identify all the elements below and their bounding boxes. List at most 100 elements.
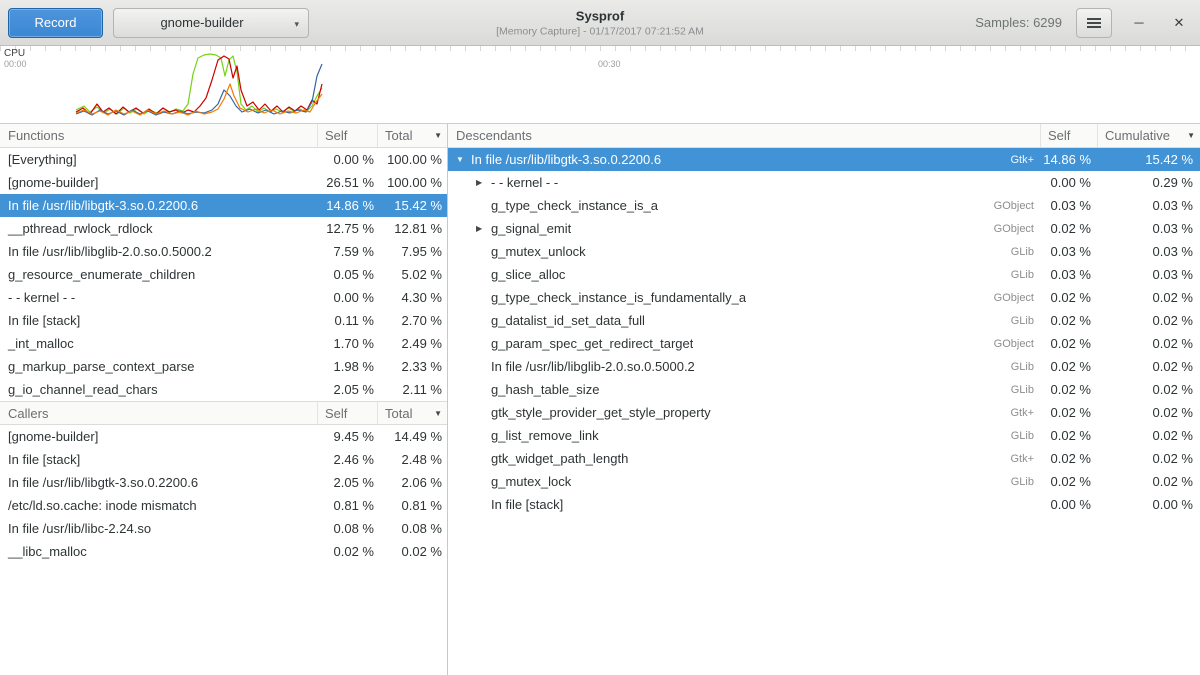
- function-name: In file [stack]: [0, 452, 317, 467]
- table-row[interactable]: - - kernel - -0.00 %4.30 %: [0, 286, 447, 309]
- category-label: GLib: [1011, 476, 1040, 488]
- table-row[interactable]: g_io_channel_read_chars2.05 %2.11 %: [0, 378, 447, 401]
- self-value: 14.86 %: [317, 198, 377, 213]
- title-box: Sysprof [Memory Capture] - 01/17/2017 07…: [496, 8, 704, 37]
- table-row[interactable]: g_list_remove_linkGLib0.02 %0.02 %: [448, 424, 1200, 447]
- table-row[interactable]: In file /usr/lib/libgtk-3.so.0.2200.614.…: [0, 194, 447, 217]
- function-cell: gtk_widget_path_lengthGtk+: [448, 451, 1040, 466]
- table-row[interactable]: g_type_check_instance_is_aGObject0.03 %0…: [448, 194, 1200, 217]
- column-header-total-label: Total: [385, 406, 412, 421]
- cumulative-value: 0.02 %: [1097, 336, 1200, 351]
- function-name: __libc_malloc: [0, 544, 317, 559]
- table-row[interactable]: g_type_check_instance_is_fundamentally_a…: [448, 286, 1200, 309]
- function-name: gtk_style_provider_get_style_property: [491, 405, 711, 420]
- self-value: 2.05 %: [317, 382, 377, 397]
- function-name: In file /usr/lib/libgtk-3.so.0.2200.6: [471, 152, 661, 167]
- category-label: GLib: [1011, 430, 1040, 442]
- self-value: 12.75 %: [317, 221, 377, 236]
- app-title: Sysprof: [496, 8, 704, 23]
- table-row[interactable]: [gnome-builder]26.51 %100.00 %: [0, 171, 447, 194]
- column-header-self[interactable]: Self: [317, 402, 377, 424]
- self-value: 0.02 %: [1040, 405, 1097, 420]
- cumulative-value: 0.02 %: [1097, 382, 1200, 397]
- table-row[interactable]: [gnome-builder]9.45 %14.49 %: [0, 425, 447, 448]
- function-name: g_markup_parse_context_parse: [0, 359, 317, 374]
- column-header-total[interactable]: Total ▼: [377, 124, 447, 147]
- process-selector-dropdown[interactable]: gnome-builder ▾: [113, 8, 309, 38]
- self-value: 0.02 %: [1040, 382, 1097, 397]
- self-value: 0.02 %: [1040, 428, 1097, 443]
- column-header-total[interactable]: Total ▼: [377, 402, 447, 424]
- column-header-cumulative[interactable]: Cumulative ▼: [1097, 124, 1200, 147]
- self-value: 26.51 %: [317, 175, 377, 190]
- column-header-callers[interactable]: Callers: [0, 402, 317, 424]
- table-row[interactable]: g_datalist_id_set_data_fullGLib0.02 %0.0…: [448, 309, 1200, 332]
- left-pane: Functions Self Total ▼ [Everything]0.00 …: [0, 124, 448, 675]
- function-name: In file /usr/lib/libc-2.24.so: [0, 521, 317, 536]
- column-header-cumulative-label: Cumulative: [1105, 128, 1170, 143]
- expander-closed-icon[interactable]: ▶: [476, 178, 491, 187]
- category-label: GLib: [1011, 361, 1040, 373]
- table-row[interactable]: g_mutex_lockGLib0.02 %0.02 %: [448, 470, 1200, 493]
- table-row[interactable]: In file /usr/lib/libc-2.24.so0.08 %0.08 …: [0, 517, 447, 540]
- record-button[interactable]: Record: [8, 8, 103, 38]
- table-row[interactable]: In file [stack]2.46 %2.48 %: [0, 448, 447, 471]
- expander-open-icon[interactable]: ▼: [456, 155, 471, 164]
- table-row[interactable]: g_resource_enumerate_children0.05 %5.02 …: [0, 263, 447, 286]
- column-header-self[interactable]: Self: [317, 124, 377, 147]
- table-row[interactable]: /etc/ld.so.cache: inode mismatch0.81 %0.…: [0, 494, 447, 517]
- function-name: g_datalist_id_set_data_full: [491, 313, 645, 328]
- table-row[interactable]: g_slice_allocGLib0.03 %0.03 %: [448, 263, 1200, 286]
- column-header-descendants[interactable]: Descendants: [448, 124, 1040, 147]
- table-row[interactable]: ▶g_signal_emitGObject0.02 %0.03 %: [448, 217, 1200, 240]
- table-row[interactable]: _int_malloc1.70 %2.49 %: [0, 332, 447, 355]
- table-row[interactable]: In file /usr/lib/libglib-2.0.so.0.5000.2…: [448, 355, 1200, 378]
- table-row[interactable]: ▼In file /usr/lib/libgtk-3.so.0.2200.6 Gt…: [448, 148, 1200, 171]
- table-row[interactable]: __pthread_rwlock_rdlock12.75 %12.81 %: [0, 217, 447, 240]
- function-cell: g_hash_table_sizeGLib: [448, 382, 1040, 397]
- function-name: gtk_widget_path_length: [491, 451, 628, 466]
- cumulative-value: 0.02 %: [1097, 474, 1200, 489]
- cumulative-value: 0.03 %: [1097, 244, 1200, 259]
- category-label: Gtk+: [1010, 407, 1040, 419]
- capture-subtitle: [Memory Capture] - 01/17/2017 07:21:52 A…: [496, 25, 704, 37]
- category-label: GObject: [994, 338, 1040, 350]
- minimize-button[interactable]: ─: [1126, 10, 1152, 36]
- expander-closed-icon[interactable]: ▶: [476, 224, 491, 233]
- column-header-self[interactable]: Self: [1040, 124, 1097, 147]
- table-row[interactable]: [Everything]0.00 %100.00 %: [0, 148, 447, 171]
- self-value: 0.02 %: [1040, 336, 1097, 351]
- table-row[interactable]: In file [stack]0.00 %0.00 %: [448, 493, 1200, 516]
- header-right-controls: Samples: 6299 ─ ✕: [975, 8, 1192, 38]
- table-row[interactable]: In file /usr/lib/libglib-2.0.so.0.5000.2…: [0, 240, 447, 263]
- self-value: 1.70 %: [317, 336, 377, 351]
- table-row[interactable]: g_param_spec_get_redirect_targetGObject0…: [448, 332, 1200, 355]
- headerbar: Record gnome-builder ▾ Sysprof [Memory C…: [0, 0, 1200, 46]
- function-name: In file /usr/lib/libgtk-3.so.0.2200.6: [0, 198, 317, 213]
- table-row[interactable]: gtk_style_provider_get_style_property Gtk…: [448, 401, 1200, 424]
- menu-button[interactable]: [1076, 8, 1112, 38]
- table-row[interactable]: In file [stack]0.11 %2.70 %: [0, 309, 447, 332]
- total-value: 0.08 %: [377, 521, 447, 536]
- self-value: 0.00 %: [317, 290, 377, 305]
- self-value: 0.03 %: [1040, 198, 1097, 213]
- category-label: Gtk+: [1010, 154, 1040, 166]
- table-row[interactable]: __libc_malloc0.02 %0.02 %: [0, 540, 447, 563]
- sort-descending-icon: ▼: [434, 131, 442, 140]
- close-button[interactable]: ✕: [1166, 10, 1192, 36]
- function-name: In file /usr/lib/libglib-2.0.so.0.5000.2: [491, 359, 695, 374]
- function-cell: In file [stack]: [448, 497, 1040, 512]
- table-row[interactable]: ▶- - kernel - -0.00 %0.29 %: [448, 171, 1200, 194]
- self-value: 0.02 %: [1040, 221, 1097, 236]
- table-row[interactable]: gtk_widget_path_lengthGtk+0.02 %0.02 %: [448, 447, 1200, 470]
- table-row[interactable]: g_markup_parse_context_parse1.98 %2.33 %: [0, 355, 447, 378]
- cpu-graph[interactable]: CPU 00:00 00:30: [0, 46, 1200, 124]
- total-value: 100.00 %: [377, 152, 447, 167]
- function-name: [Everything]: [0, 152, 317, 167]
- table-row[interactable]: g_mutex_unlockGLib0.03 %0.03 %: [448, 240, 1200, 263]
- table-row[interactable]: In file /usr/lib/libgtk-3.so.0.2200.62.0…: [0, 471, 447, 494]
- function-cell: g_type_check_instance_is_fundamentally_a…: [448, 290, 1040, 305]
- total-value: 2.11 %: [377, 382, 447, 397]
- column-header-functions[interactable]: Functions: [0, 124, 317, 147]
- table-row[interactable]: g_hash_table_sizeGLib0.02 %0.02 %: [448, 378, 1200, 401]
